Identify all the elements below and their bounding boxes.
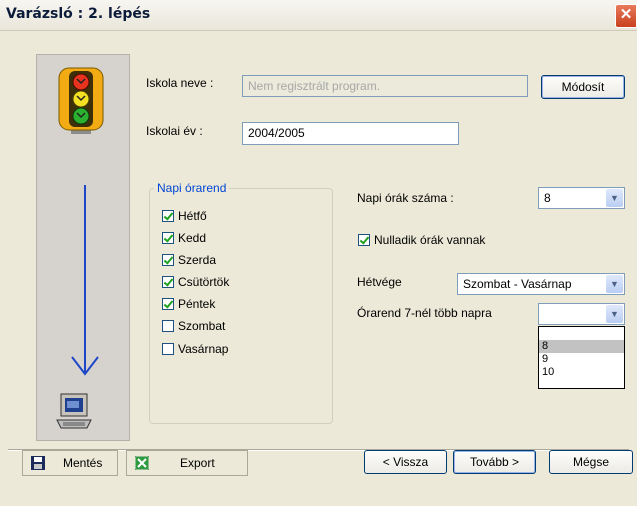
- checkbox-saturday[interactable]: Szombat: [162, 318, 225, 334]
- next-button[interactable]: Tovább >: [453, 450, 536, 474]
- daily-hours-label: Napi órák száma :: [357, 191, 454, 205]
- save-button-label: Mentés: [63, 456, 103, 470]
- wizard-side-panel: [36, 54, 130, 441]
- weekend-select[interactable]: Szombat - Vasárnap ▼: [457, 273, 625, 295]
- checkbox-label: Szerda: [178, 252, 217, 267]
- traffic-light-icon: [58, 67, 104, 134]
- back-button[interactable]: < Vissza: [364, 450, 447, 474]
- multi-day-label: Órarend 7-nél több napra: [357, 306, 492, 320]
- export-button[interactable]: Export: [126, 450, 248, 476]
- checkbox-box[interactable]: [162, 319, 174, 332]
- checkbox-label: Vasárnap: [178, 341, 229, 356]
- daily-hours-select[interactable]: 8 ▼: [538, 187, 625, 209]
- checkbox-box[interactable]: [162, 209, 174, 222]
- close-button[interactable]: ✕: [615, 4, 637, 28]
- chevron-down-icon[interactable]: ▼: [606, 275, 623, 293]
- checkbox-box[interactable]: [358, 233, 370, 246]
- save-button[interactable]: Mentés: [22, 450, 118, 476]
- weekend-label: Hétvége: [357, 275, 402, 289]
- chevron-down-icon[interactable]: ▼: [606, 305, 623, 323]
- dropdown-option-blank[interactable]: [539, 327, 624, 340]
- checkbox-box[interactable]: [162, 342, 174, 355]
- weekend-value: Szombat - Vasárnap: [463, 277, 572, 291]
- dropdown-option-9[interactable]: 9: [539, 353, 624, 366]
- checkbox-sunday[interactable]: Vasárnap: [162, 341, 228, 357]
- checkbox-zero-hours[interactable]: Nulladik órák vannak: [358, 232, 485, 248]
- school-name-field[interactable]: Nem regisztrált program.: [242, 75, 528, 97]
- checkbox-thursday[interactable]: Csütörtök: [162, 274, 229, 290]
- title-bar: Varázsló : 2. lépés ✕: [0, 0, 637, 31]
- checkbox-label: Nulladik órák vannak: [374, 232, 486, 247]
- checkbox-wednesday[interactable]: Szerda: [162, 252, 216, 268]
- export-button-label: Export: [180, 456, 215, 470]
- cancel-button[interactable]: Mégse: [549, 450, 633, 474]
- checkbox-box[interactable]: [162, 297, 174, 310]
- dropdown-option-8[interactable]: 8: [539, 340, 624, 353]
- excel-export-icon: [135, 456, 149, 470]
- checkbox-monday[interactable]: Hétfő: [162, 208, 207, 224]
- daily-timetable-group-label: Napi órarend: [154, 181, 230, 195]
- school-year-label: Iskolai év :: [146, 124, 203, 138]
- floppy-save-icon: [31, 456, 45, 470]
- computer-icon: [56, 393, 92, 429]
- checkbox-label: Szombat: [178, 318, 226, 333]
- multi-day-dropdown-list[interactable]: 8 9 10: [538, 326, 625, 389]
- checkbox-label: Csütörtök: [178, 274, 230, 289]
- modify-button[interactable]: Módosít: [541, 75, 625, 99]
- checkbox-friday[interactable]: Péntek: [162, 296, 215, 312]
- school-year-field[interactable]: 2004/2005: [242, 122, 459, 145]
- close-icon: ✕: [619, 6, 633, 23]
- checkbox-label: Kedd: [178, 230, 207, 245]
- dropdown-option-10[interactable]: 10: [539, 366, 624, 379]
- checkbox-label: Hétfő: [178, 208, 207, 223]
- window-title: Varázsló : 2. lépés: [6, 6, 151, 22]
- checkbox-tuesday[interactable]: Kedd: [162, 230, 206, 246]
- checkbox-label: Péntek: [178, 296, 216, 311]
- chevron-down-icon[interactable]: ▼: [606, 189, 623, 207]
- checkbox-box[interactable]: [162, 275, 174, 288]
- daily-hours-value: 8: [544, 191, 551, 205]
- checkbox-box[interactable]: [162, 231, 174, 244]
- school-name-label: Iskola neve :: [146, 76, 214, 90]
- multi-day-select[interactable]: ▼: [538, 303, 625, 325]
- checkbox-box[interactable]: [162, 253, 174, 266]
